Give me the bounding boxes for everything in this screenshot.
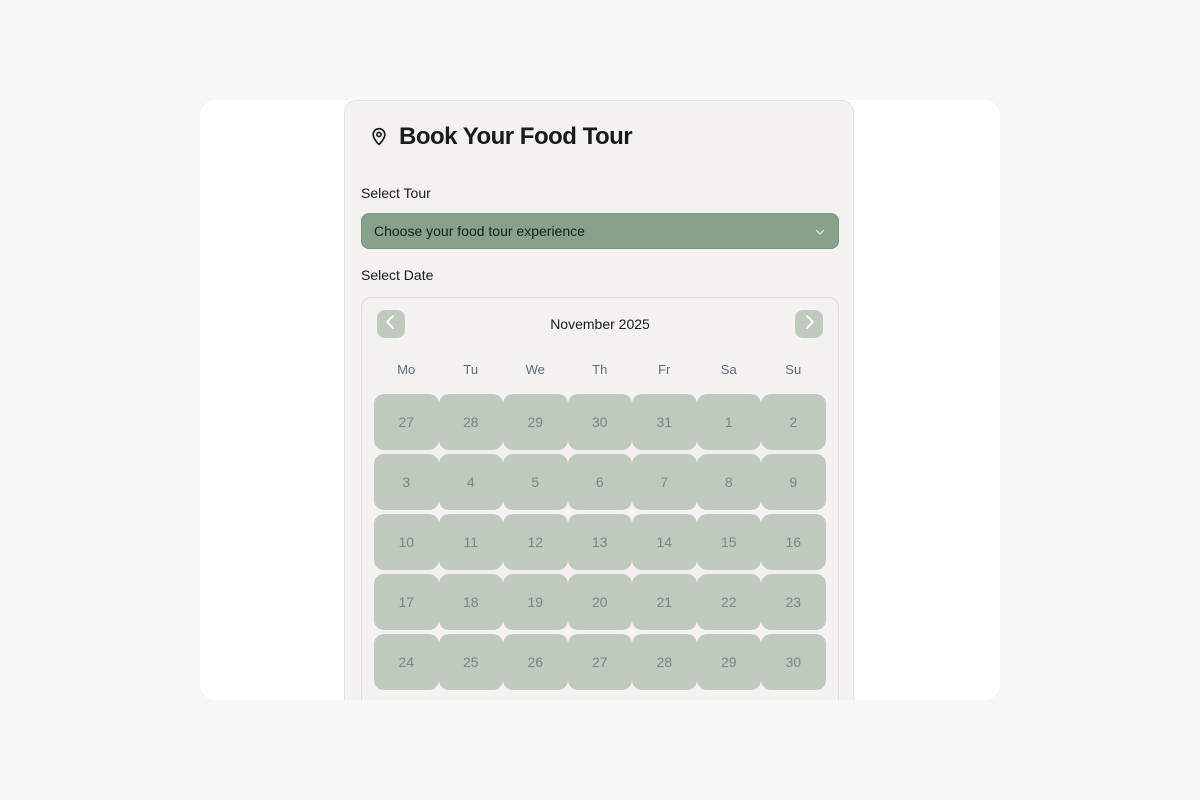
weekday-label: Fr <box>658 362 671 377</box>
next-month-button[interactable] <box>795 310 823 338</box>
calendar-day[interactable]: 27 <box>374 394 439 450</box>
calendar-day[interactable]: 24 <box>374 634 439 690</box>
map-pin-icon <box>369 127 389 147</box>
weekday-label: Su <box>785 362 802 377</box>
booking-card: Book Your Food Tour Select Tour Choose y… <box>344 100 854 700</box>
calendar-day[interactable]: 29 <box>503 394 568 450</box>
calendar-day[interactable]: 14 <box>632 514 697 570</box>
calendar-day[interactable]: 13 <box>567 514 632 570</box>
calendar-day[interactable]: 17 <box>374 574 439 630</box>
weekday-header: Mo Tu We Th Fr Sa Su <box>374 362 826 377</box>
calendar-day[interactable]: 18 <box>438 574 503 630</box>
tour-select[interactable]: Choose your food tour experience <box>361 213 839 249</box>
weekday-label: We <box>525 362 545 377</box>
calendar: November 2025 Mo Tu We Th Fr Sa Su 27 28… <box>361 297 839 700</box>
calendar-day[interactable]: 30 <box>567 394 632 450</box>
calendar-day[interactable]: 27 <box>567 634 632 690</box>
calendar-day[interactable]: 26 <box>503 634 568 690</box>
tour-select-value: Choose your food tour experience <box>374 223 585 239</box>
calendar-day[interactable]: 16 <box>761 514 826 570</box>
calendar-day[interactable]: 2 <box>761 394 826 450</box>
calendar-day[interactable]: 15 <box>696 514 761 570</box>
calendar-day[interactable]: 29 <box>696 634 761 690</box>
calendar-day[interactable]: 30 <box>761 634 826 690</box>
calendar-day[interactable]: 20 <box>567 574 632 630</box>
calendar-month: November 2025 <box>550 316 650 332</box>
weekday-label: Tu <box>463 362 479 377</box>
weekday-label: Th <box>592 362 608 377</box>
calendar-day[interactable]: 5 <box>503 454 568 510</box>
calendar-day[interactable]: 1 <box>696 394 761 450</box>
calendar-day[interactable]: 9 <box>761 454 826 510</box>
calendar-day[interactable]: 11 <box>438 514 503 570</box>
calendar-days: 27 28 29 30 31 1 2 3 4 5 6 7 8 9 10 11 1… <box>374 394 826 690</box>
calendar-day[interactable]: 7 <box>632 454 697 510</box>
calendar-day[interactable]: 23 <box>761 574 826 630</box>
chevron-down-icon <box>814 225 826 243</box>
page-title: Book Your Food Tour <box>399 123 633 150</box>
chevron-right-icon <box>802 314 816 335</box>
calendar-day[interactable]: 21 <box>632 574 697 630</box>
calendar-day[interactable]: 25 <box>438 634 503 690</box>
calendar-day[interactable]: 12 <box>503 514 568 570</box>
calendar-day[interactable]: 10 <box>374 514 439 570</box>
page-frame: Book Your Food Tour Select Tour Choose y… <box>200 100 1000 700</box>
calendar-day[interactable]: 31 <box>632 394 697 450</box>
calendar-day[interactable]: 28 <box>438 394 503 450</box>
calendar-day[interactable]: 8 <box>696 454 761 510</box>
select-date-label: Select Date <box>361 267 434 283</box>
weekday-label: Sa <box>720 362 737 377</box>
calendar-day[interactable]: 6 <box>567 454 632 510</box>
calendar-day[interactable]: 3 <box>374 454 439 510</box>
weekday-label: Mo <box>397 362 416 377</box>
calendar-day[interactable]: 19 <box>503 574 568 630</box>
calendar-day[interactable]: 22 <box>696 574 761 630</box>
title-row: Book Your Food Tour <box>369 123 633 151</box>
calendar-day[interactable]: 28 <box>632 634 697 690</box>
select-tour-label: Select Tour <box>361 185 431 201</box>
calendar-day[interactable]: 4 <box>438 454 503 510</box>
